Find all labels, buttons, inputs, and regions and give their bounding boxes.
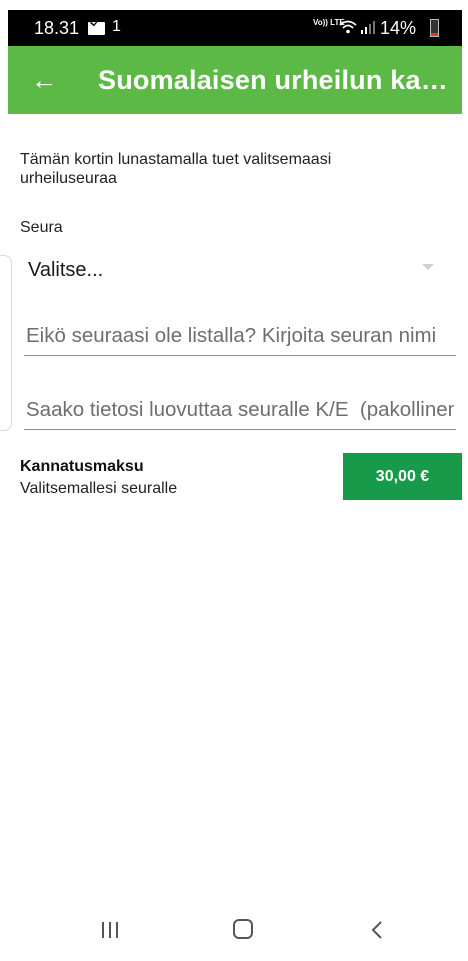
price-button[interactable]: 30,00 € — [343, 453, 462, 500]
fee-title: Kannatusmaksu — [20, 458, 144, 475]
home-icon[interactable] — [233, 919, 253, 939]
club-select-value: Valitse... — [28, 259, 104, 281]
app-screen: 18.31 1 Vo)) LTE 14% ← Suomalaisen urhei… — [0, 0, 468, 961]
mail-icon — [88, 22, 105, 35]
consent-input[interactable] — [24, 390, 456, 429]
intro-text: Tämän kortin lunastamalla tuet valitsema… — [20, 151, 332, 187]
nav-back-icon[interactable] — [370, 921, 384, 939]
chevron-down-icon — [422, 264, 434, 270]
notification-count: 1 — [112, 18, 121, 35]
status-bar: 18.31 1 Vo)) LTE 14% — [8, 10, 462, 46]
club-name-field — [24, 316, 456, 356]
fee-subtitle: Valitsemallesi seuralle — [20, 480, 178, 497]
status-time: 18.31 — [34, 18, 80, 38]
battery-icon — [430, 19, 439, 37]
form-group-bracket — [0, 255, 12, 431]
club-name-input[interactable] — [24, 316, 456, 355]
signal-icon — [361, 21, 375, 34]
recent-apps-icon[interactable] — [102, 922, 118, 938]
battery-percentage: 14% — [380, 18, 417, 38]
club-label: Seura — [20, 219, 63, 236]
consent-field — [24, 390, 456, 430]
page-title: Suomalaisen urheilun kannatuskortti — [98, 65, 454, 95]
app-bar: ← Suomalaisen urheilun kannatuskortti — [8, 46, 462, 114]
navigation-bar — [8, 900, 462, 961]
back-arrow-icon[interactable]: ← — [26, 62, 62, 98]
club-select[interactable]: Valitse... — [20, 250, 456, 292]
wifi-icon — [339, 20, 357, 34]
